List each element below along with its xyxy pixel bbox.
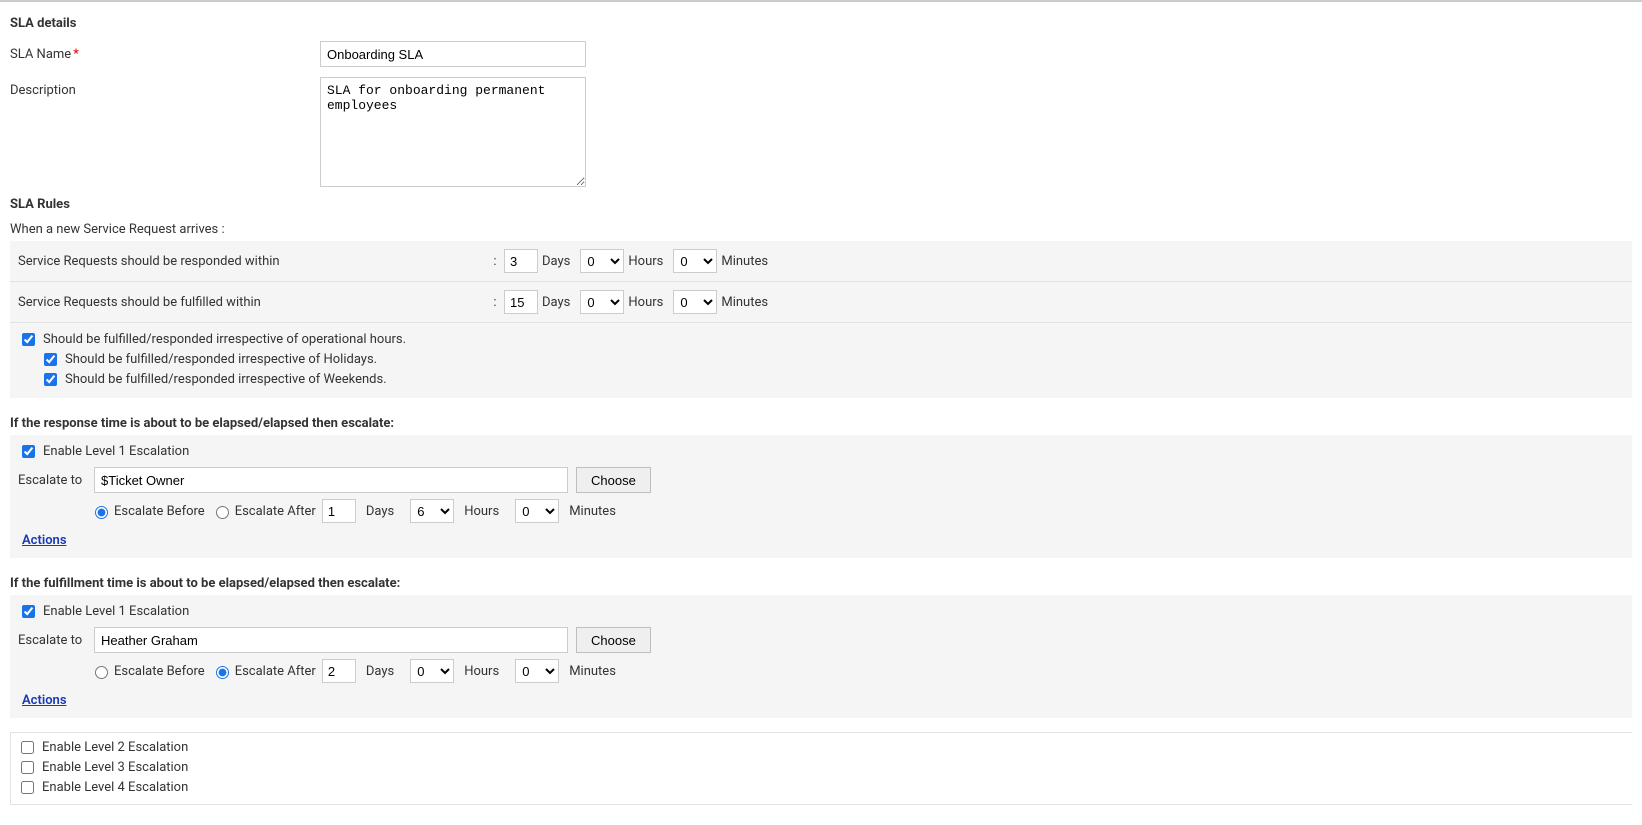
fulfillment-escalate-before-radio[interactable] (95, 666, 108, 679)
fulfillment-escalate-after-text: Escalate After (235, 664, 316, 679)
hours-unit: Hours (628, 295, 663, 310)
enable-l4-label: Enable Level 4 Escalation (42, 780, 188, 795)
extra-escalation-levels: Enable Level 2 Escalation Enable Level 3… (10, 732, 1632, 805)
fulfillment-escalate-to-label: Escalate to (18, 633, 86, 648)
response-days-input[interactable] (322, 499, 356, 523)
fulfillment-actions-link[interactable]: Actions (22, 693, 67, 708)
response-escalate-to-input[interactable] (94, 467, 568, 493)
sla-name-label-text: SLA Name (10, 47, 71, 62)
sla-name-label: SLA Name* (10, 41, 320, 62)
fulfillment-escalate-before-text: Escalate Before (114, 664, 205, 679)
days-unit: Days (542, 295, 570, 310)
responded-minutes-select[interactable]: 0 (673, 249, 717, 273)
fulfillment-choose-button[interactable]: Choose (576, 627, 651, 653)
fulfillment-enable-l1-label: Enable Level 1 Escalation (43, 604, 189, 619)
responded-within-label: Service Requests should be responded wit… (18, 254, 486, 269)
sla-details-heading: SLA details (10, 16, 1632, 31)
fulfillment-days-input[interactable] (322, 659, 356, 683)
days-unit: Days (366, 664, 394, 679)
enable-l2-label: Enable Level 2 Escalation (42, 740, 188, 755)
irrespective-block: Should be fulfilled/responded irrespecti… (10, 323, 1632, 398)
fulfillment-escalate-after-radio[interactable] (216, 666, 229, 679)
hours-unit: Hours (464, 504, 499, 519)
days-unit: Days (542, 254, 570, 269)
response-actions-link[interactable]: Actions (22, 533, 67, 548)
response-escalate-before-text: Escalate Before (114, 504, 205, 519)
enable-l2-checkbox[interactable] (21, 741, 34, 754)
fulfilled-within-row: Service Requests should be fulfilled wit… (10, 282, 1632, 323)
irrespective-weekends-checkbox[interactable] (44, 373, 57, 386)
response-enable-l1-label: Enable Level 1 Escalation (43, 444, 189, 459)
fulfillment-escalate-before-radio-label[interactable]: Escalate Before (90, 663, 205, 679)
sla-form: SLA details SLA Name* Description SLA fo… (0, 0, 1642, 825)
fulfillment-minutes-select[interactable]: 0 (515, 659, 559, 683)
description-textarea[interactable]: SLA for onboarding permanent employees (320, 77, 586, 187)
fulfillment-escalation-heading: If the fulfillment time is about to be e… (10, 576, 1632, 591)
minutes-unit: Minutes (721, 254, 768, 269)
response-choose-button[interactable]: Choose (576, 467, 651, 493)
enable-l3-label: Enable Level 3 Escalation (42, 760, 188, 775)
response-escalation-block: Enable Level 1 Escalation Escalate to Ch… (10, 435, 1632, 558)
fulfilled-within-label: Service Requests should be fulfilled wit… (18, 295, 486, 310)
response-escalation-heading: If the response time is about to be elap… (10, 416, 1632, 431)
response-escalate-to-label: Escalate to (18, 473, 86, 488)
responded-days-input[interactable] (504, 249, 538, 273)
response-enable-l1-checkbox[interactable] (22, 445, 35, 458)
hours-unit: Hours (464, 664, 499, 679)
response-escalate-after-radio-label[interactable]: Escalate After (211, 503, 316, 519)
response-timing-row: Escalate Before Escalate After Days 6 Ho… (90, 499, 1624, 523)
enable-l3-checkbox[interactable] (21, 761, 34, 774)
fulfillment-escalate-to-input[interactable] (94, 627, 568, 653)
irrespective-holidays-checkbox[interactable] (44, 353, 57, 366)
colon: : (486, 254, 504, 269)
irrespective-ops-label: Should be fulfilled/responded irrespecti… (43, 332, 406, 347)
days-unit: Days (366, 504, 394, 519)
fulfillment-enable-l1-checkbox[interactable] (22, 605, 35, 618)
response-minutes-select[interactable]: 0 (515, 499, 559, 523)
fulfillment-escalation-block: Enable Level 1 Escalation Escalate to Ch… (10, 595, 1632, 718)
colon: : (486, 295, 504, 310)
description-label: Description (10, 77, 320, 98)
required-asterisk: * (73, 47, 79, 62)
fulfillment-escalate-after-radio-label[interactable]: Escalate After (211, 663, 316, 679)
minutes-unit: Minutes (569, 504, 616, 519)
irrespective-holidays-label: Should be fulfilled/responded irrespecti… (65, 352, 377, 367)
irrespective-weekends-label: Should be fulfilled/responded irrespecti… (65, 372, 387, 387)
irrespective-ops-checkbox[interactable] (22, 333, 35, 346)
fulfillment-timing-row: Escalate Before Escalate After Days 0 Ho… (90, 659, 1624, 683)
response-escalate-after-radio[interactable] (216, 506, 229, 519)
sla-name-row: SLA Name* (10, 41, 1632, 67)
minutes-unit: Minutes (569, 664, 616, 679)
hours-unit: Hours (628, 254, 663, 269)
enable-l4-checkbox[interactable] (21, 781, 34, 794)
sla-rules-heading: SLA Rules (10, 197, 1632, 212)
minutes-unit: Minutes (721, 295, 768, 310)
response-hours-select[interactable]: 6 (410, 499, 454, 523)
fulfilled-hours-select[interactable]: 0 (580, 290, 624, 314)
fulfillment-hours-select[interactable]: 0 (410, 659, 454, 683)
response-escalate-before-radio[interactable] (95, 506, 108, 519)
fulfilled-days-input[interactable] (504, 290, 538, 314)
fulfilled-minutes-select[interactable]: 0 (673, 290, 717, 314)
sla-name-input[interactable] (320, 41, 586, 67)
description-row: Description SLA for onboarding permanent… (10, 77, 1632, 187)
response-escalate-before-radio-label[interactable]: Escalate Before (90, 503, 205, 519)
response-escalate-after-text: Escalate After (235, 504, 316, 519)
responded-within-row: Service Requests should be responded wit… (10, 241, 1632, 282)
responded-hours-select[interactable]: 0 (580, 249, 624, 273)
arrives-text: When a new Service Request arrives : (10, 222, 1632, 237)
